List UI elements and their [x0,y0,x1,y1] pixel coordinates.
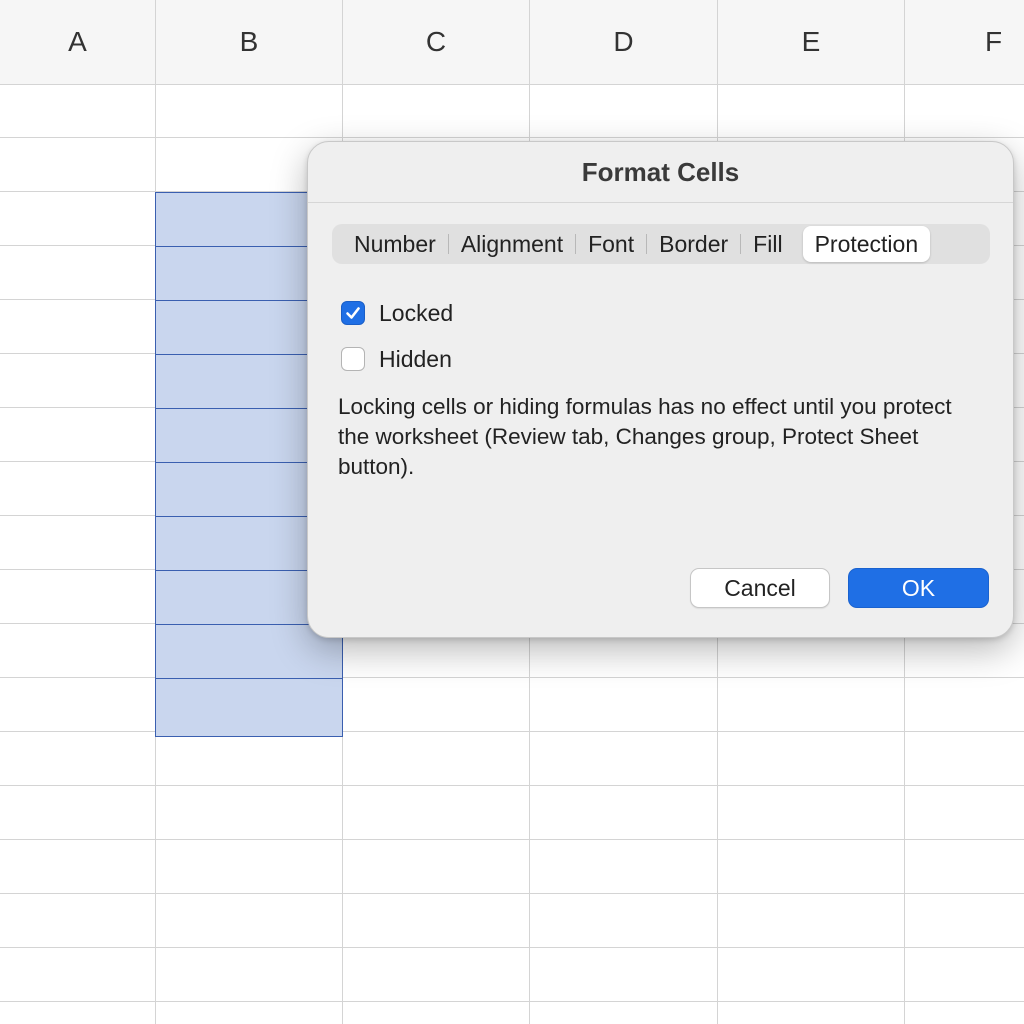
locked-option[interactable]: Locked [341,298,453,328]
hidden-option[interactable]: Hidden [341,344,452,374]
grid-row[interactable] [0,948,1024,1002]
hidden-checkbox[interactable] [341,347,365,371]
cancel-button[interactable]: Cancel [690,568,830,608]
locked-checkbox[interactable] [341,301,365,325]
grid-row[interactable] [0,840,1024,894]
tab-border[interactable]: Border [647,228,740,260]
protection-description: Locking cells or hiding formulas has no … [338,394,952,479]
column-header-d[interactable]: D [530,0,718,84]
tab-bar: Number Alignment Font Border Fill Protec… [332,224,990,264]
column-header-f[interactable]: F [905,0,1024,84]
grid-row[interactable] [0,732,1024,786]
column-header-b[interactable]: B [156,0,343,84]
grid-row[interactable] [0,786,1024,840]
locked-label: Locked [379,299,454,326]
checkmark-icon [346,307,360,319]
column-header-a[interactable]: A [0,0,156,84]
dialog-title: Format Cells [581,156,740,187]
tab-alignment[interactable]: Alignment [449,228,575,260]
tab-fill[interactable]: Fill [741,228,794,260]
column-header-bar: A B C D E F [0,0,1024,85]
selected-cell[interactable] [155,678,343,737]
column-header-c[interactable]: C [343,0,530,84]
tab-protection[interactable]: Protection [802,226,931,262]
grid-row[interactable] [0,678,1024,732]
format-cells-dialog: Format Cells Number Alignment Font Borde… [307,141,1014,638]
ok-button[interactable]: OK [848,568,989,608]
tab-font[interactable]: Font [576,228,646,260]
tab-number[interactable]: Number [342,228,448,260]
grid-row[interactable] [0,894,1024,948]
title-divider [308,202,1013,203]
grid-row[interactable] [0,84,1024,138]
column-header-e[interactable]: E [718,0,905,84]
hidden-label: Hidden [379,345,452,372]
